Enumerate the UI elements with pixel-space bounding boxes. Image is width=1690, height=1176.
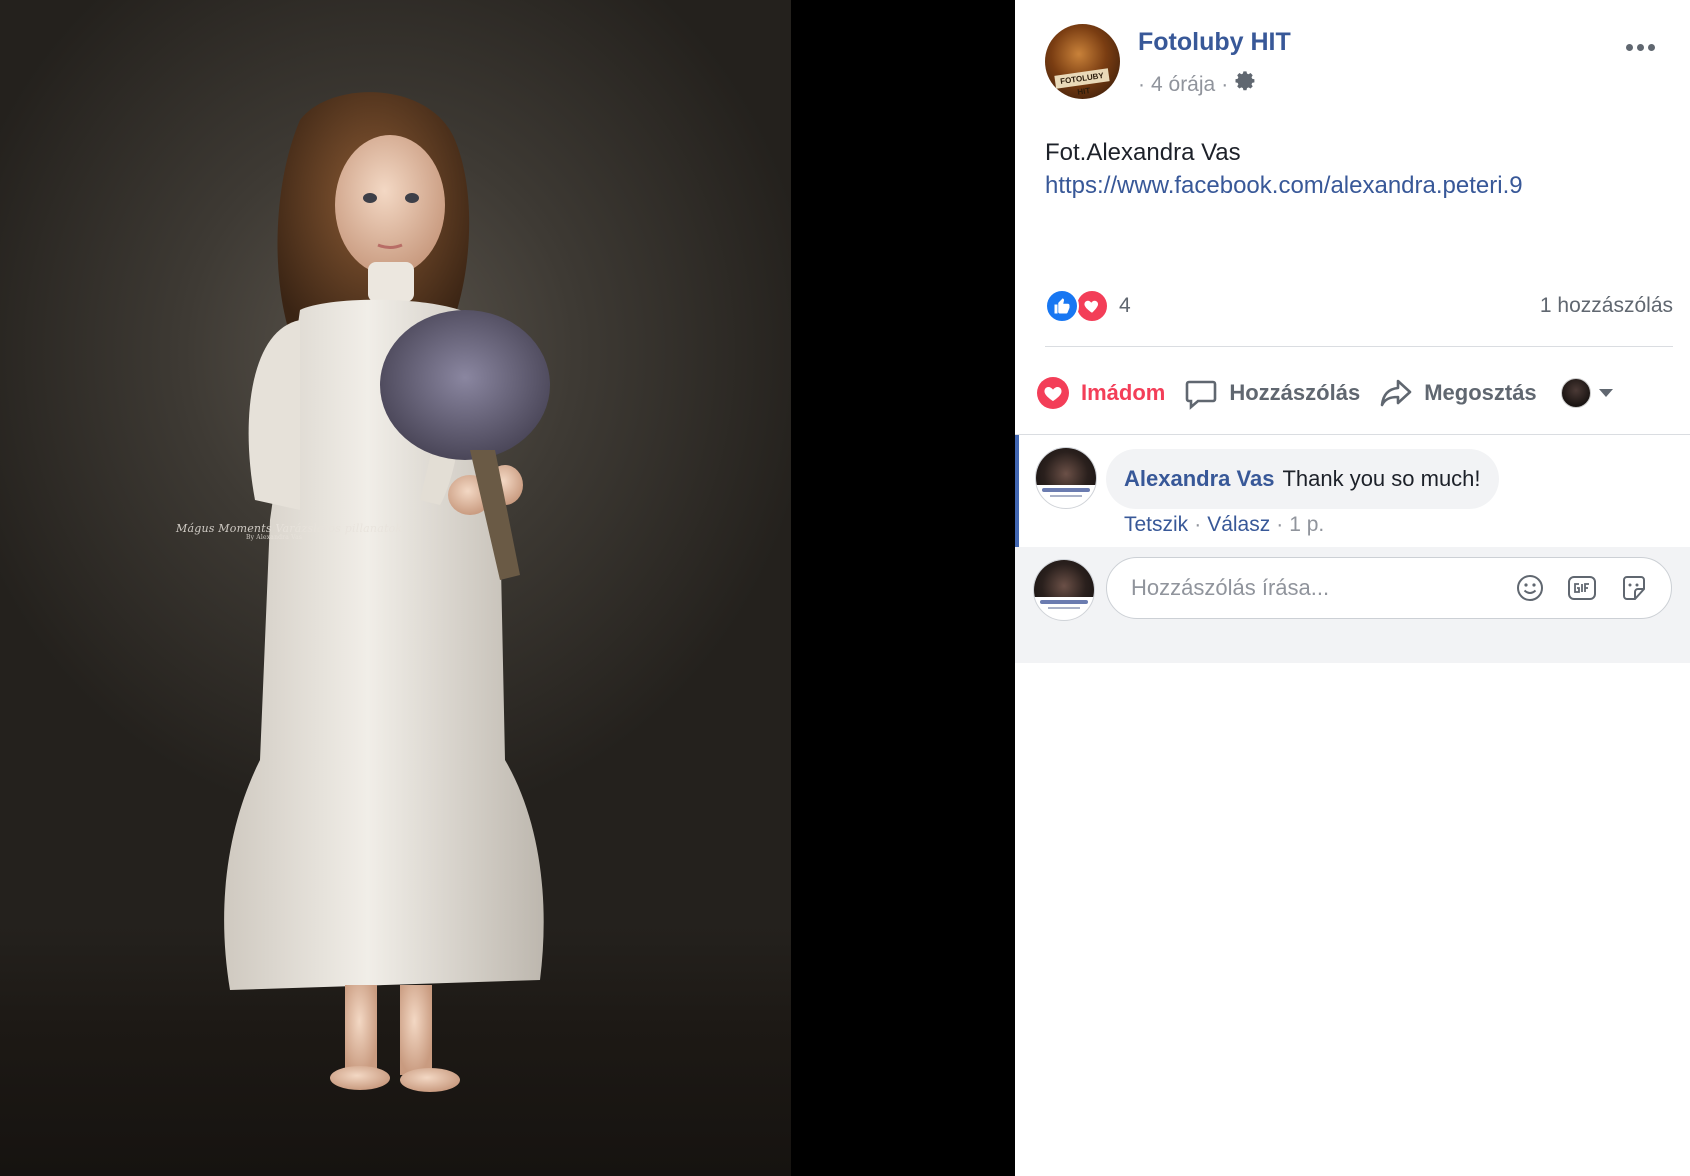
love-reaction-icon[interactable] (1075, 289, 1109, 323)
post-meta: · 4 órája · (1138, 70, 1258, 100)
comment-text: Thank you so much! (1282, 466, 1481, 491)
comment-input-box (1106, 557, 1672, 619)
composer-tools (1513, 571, 1651, 605)
composer-avatar (1033, 559, 1095, 621)
post-photo[interactable]: Mágus Moments Varázslatos pillanatok By … (0, 0, 791, 1176)
meta-separator: · (1138, 73, 1145, 96)
comment-reply-link[interactable]: Válasz (1207, 513, 1270, 537)
emoji-icon[interactable] (1513, 571, 1547, 605)
comment-sep-2: · (1276, 513, 1284, 536)
user-mini-avatar (1560, 378, 1591, 408)
page-name[interactable]: Fotoluby HIT (1138, 28, 1291, 57)
share-as-selector[interactable] (1560, 378, 1613, 408)
comment-actions: Tetszik · Válasz · 1 p. (1124, 513, 1324, 537)
comments-count-link[interactable]: 1 hozzászólás (1540, 294, 1673, 318)
comment-input[interactable] (1129, 574, 1513, 602)
page-avatar[interactable]: FOTOLUBY HIT (1045, 24, 1120, 99)
comment-like-link[interactable]: Tetszik (1124, 513, 1188, 537)
comments-section: Alexandra Vas Thank you so much! Tetszik… (1015, 434, 1690, 663)
post-timestamp[interactable]: 4 órája (1151, 73, 1215, 97)
gear-icon[interactable] (1234, 70, 1258, 100)
sticker-icon[interactable] (1617, 571, 1651, 605)
comment-avatar[interactable] (1035, 447, 1097, 509)
comment-icon (1183, 375, 1219, 411)
comment-button[interactable]: Hozzászólás (1183, 375, 1360, 411)
comment-time[interactable]: 1 p. (1289, 513, 1324, 537)
page-avatar-label: FOTOLUBY HIT (1054, 68, 1110, 97)
comment-item: Alexandra Vas Thank you so much! Tetszik… (1015, 435, 1690, 547)
comment-bubble: Alexandra Vas Thank you so much! (1106, 449, 1499, 509)
more-dots-icon[interactable] (1620, 32, 1660, 62)
love-button[interactable]: Imádom (1035, 375, 1165, 411)
like-reaction-icon[interactable] (1045, 289, 1079, 323)
share-button-label: Megosztás (1424, 380, 1537, 405)
meta-separator-2: · (1221, 73, 1229, 96)
post-sidebar: FOTOLUBY HIT Fotoluby HIT · 4 órája · Fo… (1015, 0, 1690, 1176)
photo-illustration (224, 92, 550, 1092)
post-text-line: Fot.Alexandra Vas (1045, 139, 1241, 166)
photo-viewer: Mágus Moments Varázslatos pillanatok By … (0, 0, 1015, 1176)
share-button[interactable]: Megosztás (1378, 375, 1537, 411)
post-message: Fot.Alexandra Vas https://www.facebook.c… (1045, 136, 1523, 202)
comment-sep-1: · (1194, 513, 1202, 536)
comment-button-label: Hozzászólás (1229, 380, 1361, 405)
photo-watermark: Mágus Moments Varázslatos pillanatok By … (176, 522, 403, 541)
gif-icon[interactable] (1565, 571, 1599, 605)
chevron-down-icon (1598, 389, 1613, 397)
heart-icon (1035, 375, 1071, 411)
love-button-label: Imádom (1081, 380, 1166, 405)
reaction-count[interactable]: 4 (1119, 294, 1131, 318)
actions-divider (1045, 346, 1673, 347)
comment-composer (1015, 547, 1690, 663)
post-header: FOTOLUBY HIT Fotoluby HIT · 4 órája · (1045, 24, 1690, 104)
share-icon (1378, 375, 1414, 411)
post-actions: Imádom Hozzászólás Megosztás (1035, 366, 1683, 420)
comment-author[interactable]: Alexandra Vas (1124, 466, 1274, 492)
reactions-summary: 4 1 hozzászólás (1045, 286, 1673, 326)
post-link[interactable]: https://www.facebook.com/alexandra.peter… (1045, 169, 1523, 202)
